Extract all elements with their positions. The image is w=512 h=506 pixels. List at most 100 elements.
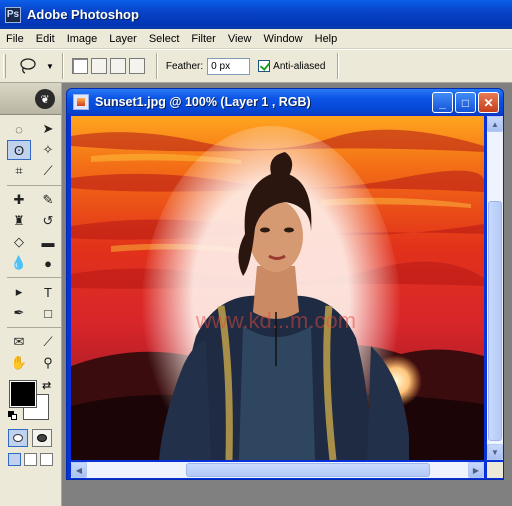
menu-bar: File Edit Image Layer Select Filter View… <box>0 29 512 49</box>
horizontal-scroll-thumb[interactable] <box>186 463 430 477</box>
toolbox-header[interactable]: ❦ <box>0 83 61 115</box>
magnifier-icon: ⚲ <box>43 355 53 370</box>
horizontal-scrollbar[interactable]: ◀ ▶ <box>71 462 484 478</box>
tool-grid: ◌ ➤ ʘ ✧ ⌗ ⟋ ✚ ✎ ♜ ↺ ◇ ▬ 💧 ● ▸ T ✒ □ ✉ ⟋ ✋ ⚲ <box>0 115 62 373</box>
toolbox-separator <box>7 274 62 278</box>
lasso-icon <box>20 58 36 74</box>
app-titlebar[interactable]: Ps Adobe Photoshop <box>0 0 512 29</box>
menu-view[interactable]: View <box>222 33 258 45</box>
shape-tool[interactable]: □ <box>36 303 60 323</box>
history-brush-tool[interactable]: ↺ <box>36 211 60 231</box>
history-brush-icon: ↺ <box>42 213 54 228</box>
drop-icon: 💧 <box>10 255 28 270</box>
photoshop-app-icon[interactable]: Ps <box>5 6 21 23</box>
gradient-tool[interactable]: ▬ <box>36 232 60 252</box>
color-swatches: ⇄ <box>8 377 61 425</box>
document-window: Sunset1.jpg @ 100% (Layer 1 , RGB) _ □ ✕ <box>66 88 504 480</box>
vertical-scrollbar[interactable]: ▲ ▼ <box>487 116 503 460</box>
path-selection-tool[interactable]: ▸ <box>7 282 31 302</box>
menu-help[interactable]: Help <box>309 33 344 45</box>
scroll-up-arrow-icon[interactable]: ▲ <box>487 116 503 132</box>
swap-colors-icon[interactable]: ⇄ <box>42 379 51 392</box>
tool-preset-picker[interactable]: ▼ <box>18 57 54 75</box>
magic-wand-tool[interactable]: ✧ <box>36 140 60 160</box>
menu-file[interactable]: File <box>0 33 30 45</box>
menu-layer[interactable]: Layer <box>103 33 143 45</box>
toolbox-separator <box>7 324 62 328</box>
pen-tool[interactable]: ✒ <box>7 303 31 323</box>
notes-icon: ✉ <box>13 334 25 349</box>
scroll-right-arrow-icon[interactable]: ▶ <box>468 462 484 478</box>
marquee-tool[interactable]: ◌ <box>7 119 31 139</box>
crop-icon: ⌗ <box>15 163 23 178</box>
standard-mode-icon[interactable] <box>8 429 28 447</box>
dodge-tool[interactable]: ● <box>36 253 60 273</box>
healing-brush-tool[interactable]: ✚ <box>7 190 31 210</box>
foreground-color-swatch[interactable] <box>9 380 37 408</box>
maximize-button[interactable]: □ <box>455 92 476 113</box>
crop-tool[interactable]: ⌗ <box>7 161 31 181</box>
document-title: Sunset1.jpg @ 100% (Layer 1 , RGB) <box>95 95 311 109</box>
scroll-down-arrow-icon[interactable]: ▼ <box>487 444 503 460</box>
notes-tool[interactable]: ✉ <box>7 332 31 352</box>
hand-tool[interactable]: ✋ <box>7 353 31 373</box>
quick-mask-icon[interactable] <box>32 429 52 447</box>
full-screen-menu-icon[interactable] <box>24 453 37 466</box>
pen-icon: ✒ <box>13 305 25 320</box>
anti-aliased-checkbox[interactable] <box>258 60 271 72</box>
mask-mode-row <box>8 429 61 447</box>
lasso-icon: ʘ <box>13 142 25 158</box>
menu-image[interactable]: Image <box>61 33 104 45</box>
minimize-button[interactable]: _ <box>432 92 453 113</box>
vertical-scroll-thumb[interactable] <box>488 201 502 441</box>
options-bar: ▼ Feather: Anti-aliased <box>0 49 512 83</box>
default-colors-icon[interactable] <box>8 411 17 420</box>
options-separator <box>61 53 64 79</box>
lasso-tool[interactable]: ʘ <box>7 140 31 160</box>
brush-tool[interactable]: ✎ <box>36 190 60 210</box>
document-titlebar[interactable]: Sunset1.jpg @ 100% (Layer 1 , RGB) _ □ ✕ <box>67 89 503 115</box>
zoom-tool[interactable]: ⚲ <box>36 353 60 373</box>
menu-edit[interactable]: Edit <box>30 33 61 45</box>
sunset-photo: www.kd...m.com <box>71 116 484 460</box>
watermark-text: www.kd...m.com <box>195 308 356 333</box>
eraser-tool[interactable]: ◇ <box>7 232 31 252</box>
eraser-icon: ◇ <box>14 234 24 249</box>
move-tool[interactable]: ➤ <box>36 119 60 139</box>
anti-aliased-label: Anti-aliased <box>273 60 326 72</box>
intersect-selection-icon[interactable] <box>128 58 145 74</box>
clone-stamp-tool[interactable]: ♜ <box>7 211 31 231</box>
scroll-left-arrow-icon[interactable]: ◀ <box>71 462 87 478</box>
dodge-icon: ● <box>44 255 52 271</box>
eyedropper-tool[interactable]: ⟋ <box>36 332 60 352</box>
add-to-selection-icon[interactable] <box>90 58 107 74</box>
full-screen-icon[interactable] <box>40 453 53 466</box>
new-selection-icon[interactable] <box>71 58 88 74</box>
workspace-background <box>62 480 512 506</box>
eyedropper-icon: ⟋ <box>43 334 53 349</box>
standard-screen-icon[interactable] <box>8 453 21 466</box>
feather-input[interactable] <box>207 57 251 75</box>
toolbox: ❦ ◌ ➤ ʘ ✧ ⌗ ⟋ ✚ ✎ ♜ ↺ ◇ ▬ 💧 ● ▸ T ✒ □ ✉ ⟋ ✋ ⚲ ⇄ <box>0 83 62 506</box>
close-button[interactable]: ✕ <box>478 92 499 113</box>
options-separator <box>337 53 340 79</box>
type-tool[interactable]: T <box>36 282 60 302</box>
options-separator <box>155 53 158 79</box>
menu-select[interactable]: Select <box>143 33 186 45</box>
blur-tool[interactable]: 💧 <box>7 253 31 273</box>
document-canvas[interactable]: www.kd...m.com <box>71 116 484 460</box>
adobe-feather-icon[interactable]: ❦ <box>35 89 55 109</box>
menu-filter[interactable]: Filter <box>185 33 221 45</box>
magic-wand-icon: ✧ <box>42 142 54 157</box>
document-icon[interactable] <box>73 94 89 110</box>
options-bar-grip[interactable] <box>3 54 6 78</box>
gradient-icon: ▬ <box>41 234 55 250</box>
menu-window[interactable]: Window <box>258 33 309 45</box>
marquee-icon: ◌ <box>15 121 23 137</box>
stamp-icon: ♜ <box>13 213 25 228</box>
path-select-icon: ▸ <box>15 284 23 299</box>
move-icon: ➤ <box>42 121 54 136</box>
subtract-from-selection-icon[interactable] <box>109 58 126 74</box>
scroll-corner <box>487 462 503 478</box>
slice-tool[interactable]: ⟋ <box>36 161 60 181</box>
